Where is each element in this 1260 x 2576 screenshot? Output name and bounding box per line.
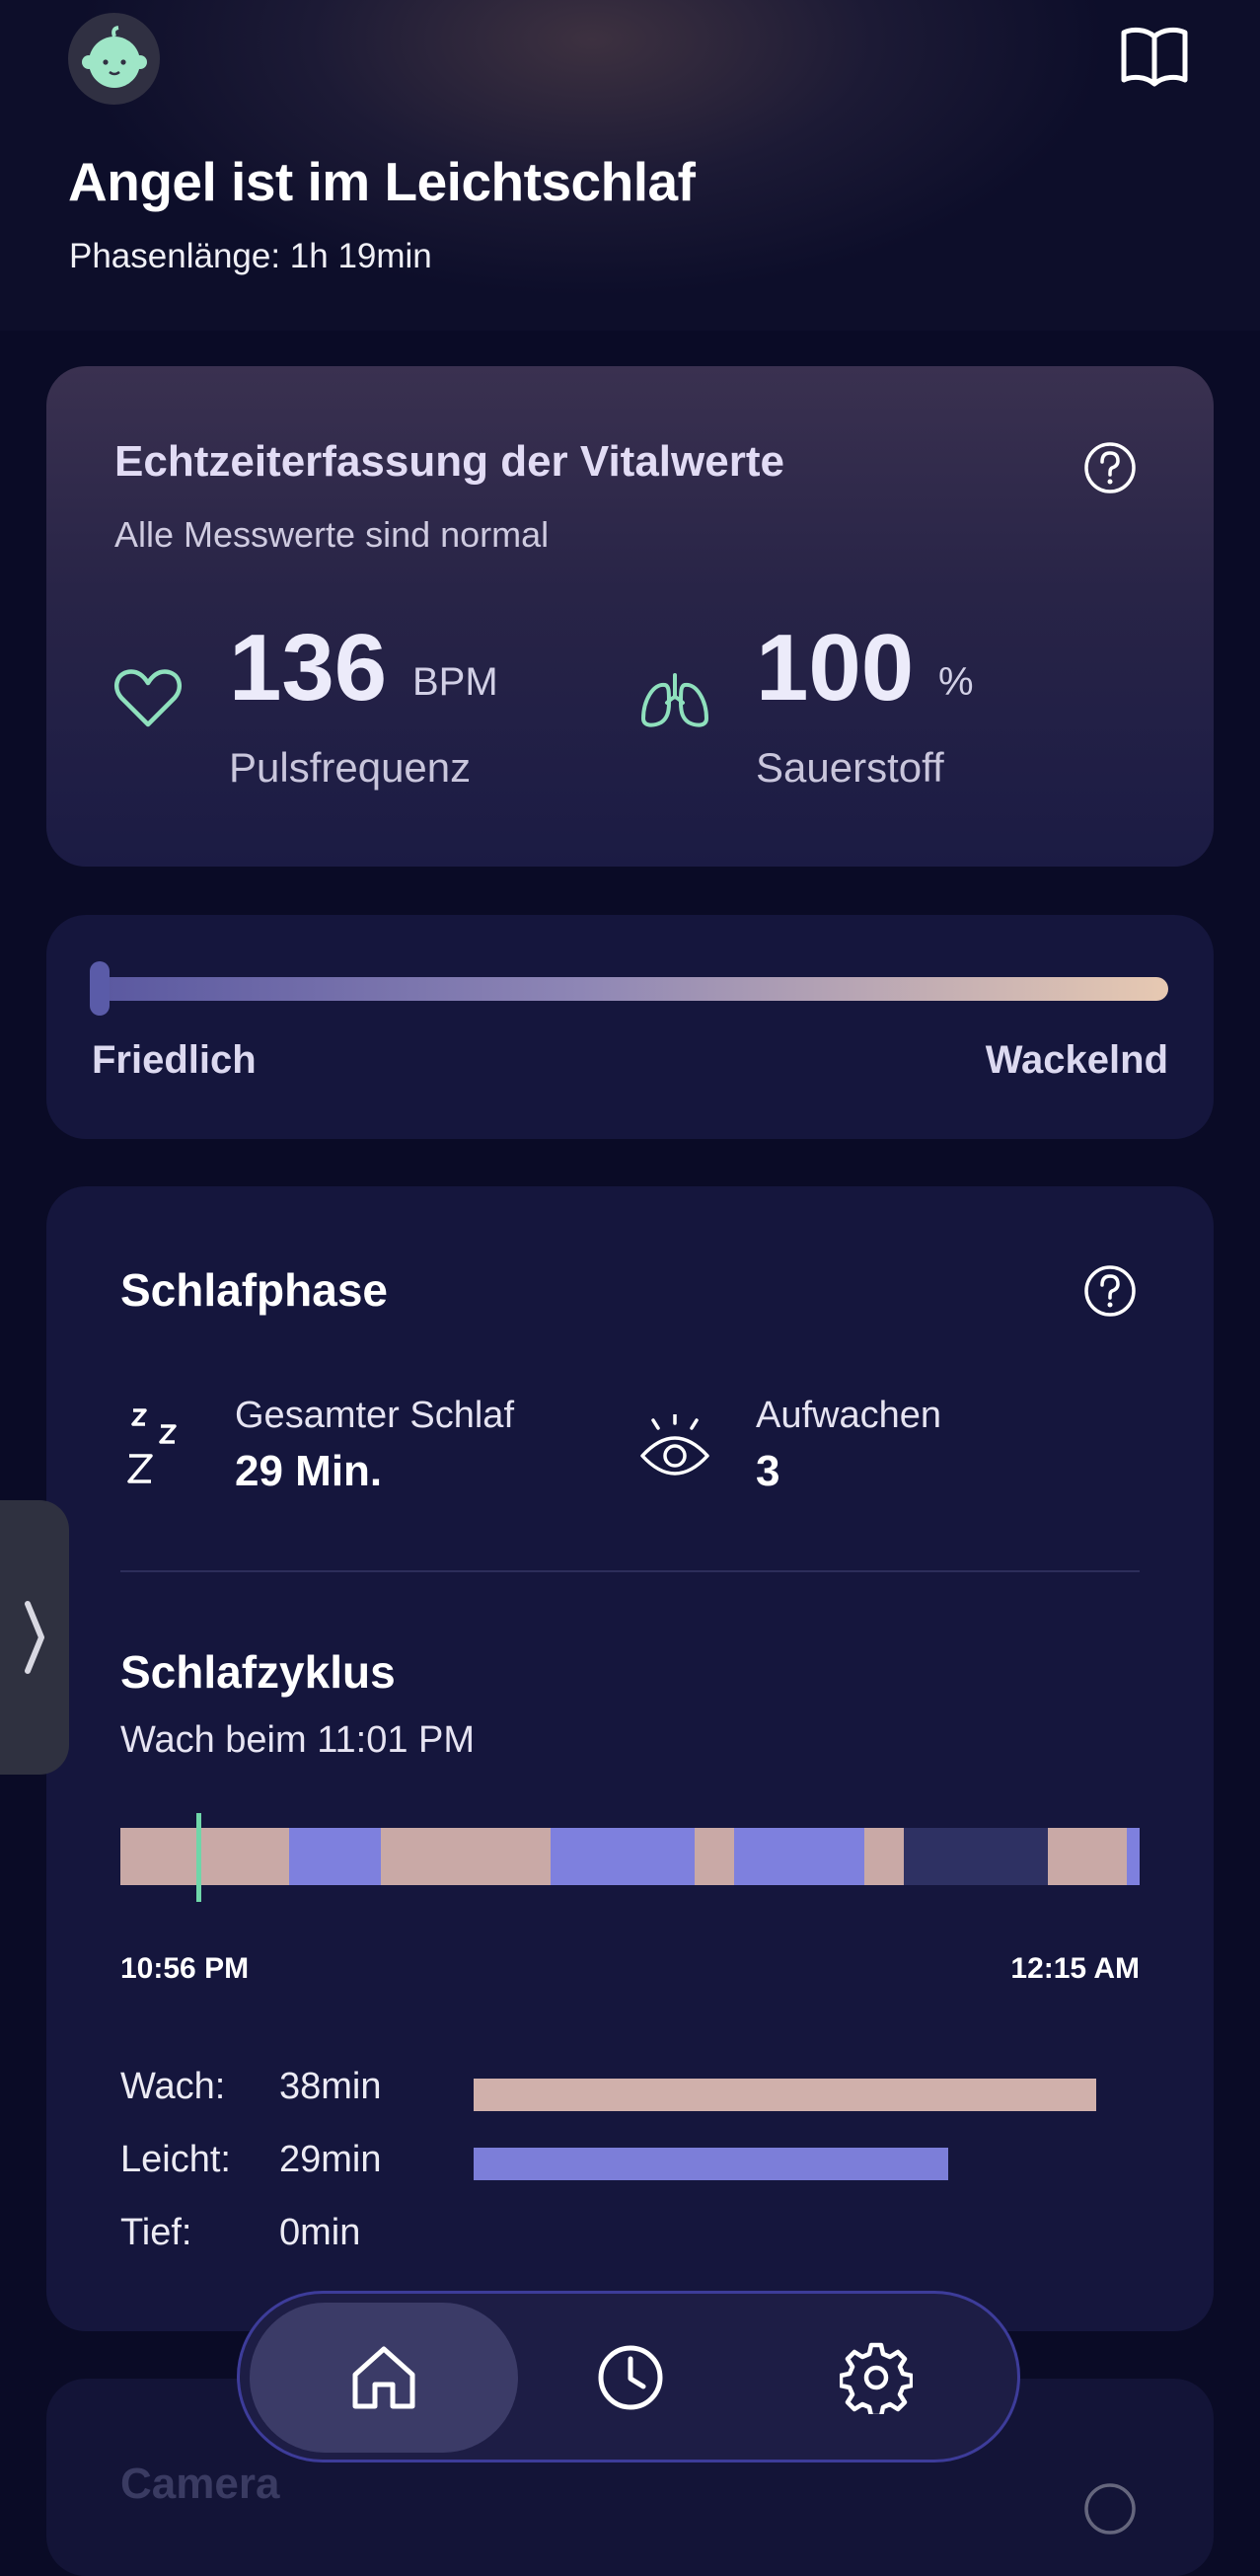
legend-deep-label: Tief: [120, 2212, 192, 2253]
heart-icon [113, 669, 183, 727]
cycle-segment-leicht [289, 1828, 382, 1885]
sleep-help-icon[interactable] [1082, 1263, 1138, 1319]
sleep-cycle-bar [120, 1828, 1140, 1885]
baby-avatar[interactable] [68, 13, 160, 105]
cycle-start-time: 10:56 PM [120, 1952, 250, 1985]
vitals-status: Alle Messwerte sind normal [114, 514, 550, 555]
chevron-right-icon [25, 1601, 44, 1674]
cycle-segment-wach [381, 1828, 551, 1885]
zzz-icon [127, 1408, 177, 1483]
lungs-icon [641, 673, 708, 727]
movement-right-label: Wackelnd [985, 1038, 1168, 1082]
book-icon[interactable] [1120, 25, 1189, 88]
pulse-label: Pulsfrequenz [229, 744, 472, 791]
pulse-unit: BPM [412, 660, 498, 704]
phase-length: Phasenlänge: 1h 19min [69, 237, 432, 275]
eye-icon [640, 1414, 709, 1476]
section-divider [120, 1570, 1140, 1572]
cycle-end-time: 12:15 AM [1010, 1952, 1140, 1985]
oxygen-value: 100 [756, 615, 915, 720]
baby-face-icon [81, 25, 147, 88]
wakeups-label: Aufwachen [756, 1395, 942, 1436]
page-title: Angel ist im Leichtschlaf [68, 151, 696, 212]
movement-indicator[interactable] [90, 961, 110, 1016]
cycle-segment-unbekannt [904, 1828, 1048, 1885]
legend-awake-value: 38min [279, 2066, 382, 2107]
total-sleep-label: Gesamter Schlaf [235, 1395, 514, 1436]
vitals-help-icon[interactable] [1082, 440, 1138, 495]
clock-icon[interactable] [594, 2341, 667, 2414]
oxygen-label: Sauerstoff [756, 744, 944, 791]
legend-awake-label: Wach: [120, 2066, 226, 2107]
vitals-title: Echtzeiterfassung der Vitalwerte [114, 437, 784, 486]
cycle-segment-wach [1047, 1828, 1127, 1885]
gear-icon[interactable] [840, 2341, 913, 2414]
legend-awake-bar [474, 2079, 1096, 2111]
home-icon[interactable] [347, 2341, 420, 2414]
cycle-segment-wach [120, 1828, 290, 1885]
legend-light-value: 29min [279, 2139, 382, 2180]
movement-left-label: Friedlich [92, 1038, 257, 1082]
cycle-segment-leicht [1126, 1828, 1140, 1885]
legend-light-label: Leicht: [120, 2139, 231, 2180]
cycle-segment-wach [694, 1828, 734, 1885]
pulse-value: 136 [229, 615, 388, 720]
cycle-segment-leicht [733, 1828, 865, 1885]
cycle-segment-wach [864, 1828, 905, 1885]
camera-title: Camera [120, 2460, 280, 2508]
camera-help-icon[interactable] [1082, 2481, 1138, 2537]
oxygen-unit: % [938, 660, 974, 704]
cycle-segment-leicht [550, 1828, 695, 1885]
wakeups-value: 3 [756, 1447, 780, 1495]
current-time-marker [196, 1813, 201, 1902]
total-sleep-value: 29 Min. [235, 1447, 383, 1495]
sleep-phase-title: Schlafphase [120, 1264, 388, 1316]
movement-card [46, 915, 1214, 1139]
movement-scale [99, 977, 1168, 1001]
legend-deep-value: 0min [279, 2212, 361, 2253]
legend-light-bar [474, 2148, 948, 2180]
sleep-cycle-title: Schlafzyklus [120, 1646, 396, 1698]
sleep-cycle-subtitle: Wach beim 11:01 PM [120, 1719, 476, 1761]
side-drawer-tab[interactable] [0, 1500, 69, 1775]
